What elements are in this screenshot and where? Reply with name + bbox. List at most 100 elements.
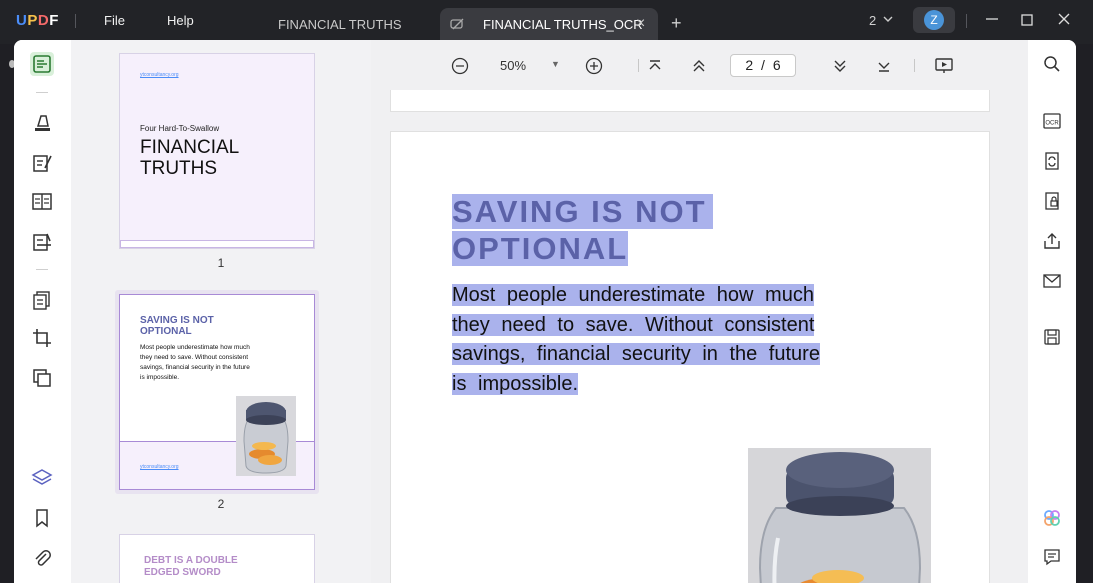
share-icon[interactable] <box>1040 229 1064 253</box>
compare-pages-icon[interactable] <box>30 366 54 390</box>
thumbnail-page-2[interactable]: SAVING IS NOT OPTIONAL Most people under… <box>119 294 315 490</box>
email-icon[interactable] <box>1040 269 1064 293</box>
thumb-title-line: TRUTHS <box>140 158 218 179</box>
toolbar-separator <box>36 269 48 270</box>
heading-line: OPTIONAL <box>452 231 629 266</box>
viewer-toolbar: 50% ▼ 2 / 6 <box>371 40 1028 90</box>
body-line: is impossible. <box>452 373 579 395</box>
first-page-icon[interactable] <box>645 56 665 76</box>
page-number-input[interactable]: 2 / 6 <box>730 54 796 77</box>
chevron-down-icon[interactable] <box>882 12 894 28</box>
page-layout-icon[interactable] <box>30 189 54 213</box>
previous-page-edge <box>390 90 990 112</box>
previous-page-icon[interactable] <box>689 56 709 76</box>
body-text[interactable]: they need to save. Without consistent <box>452 314 815 337</box>
page-heading[interactable]: SAVING IS NOT <box>452 194 713 230</box>
title-separator <box>966 14 967 28</box>
title-separator <box>75 14 76 28</box>
thumb-heading-line: SAVING IS NOT <box>140 315 214 326</box>
tab-financial-truths[interactable]: FINANCIAL TRUTHS <box>278 16 402 32</box>
pdf-page: SAVING IS NOT OPTIONAL Most people under… <box>390 131 990 583</box>
presentation-icon[interactable] <box>934 56 954 76</box>
reader-mode-icon[interactable] <box>30 52 54 76</box>
comments-icon[interactable] <box>1040 545 1064 569</box>
tab-label: FINANCIAL TRUTHS_OCR <box>483 17 643 32</box>
thumb-body-line: is impossible. <box>140 374 180 381</box>
minimize-icon[interactable] <box>985 12 999 29</box>
tab-label: FINANCIAL TRUTHS <box>278 16 402 32</box>
next-page-icon[interactable] <box>830 56 850 76</box>
jar-image <box>236 396 296 476</box>
save-icon[interactable] <box>1040 325 1064 349</box>
ai-assistant-icon[interactable] <box>1040 506 1064 530</box>
ocr-icon[interactable]: OCR <box>1040 109 1064 133</box>
toolbar-separator <box>36 92 48 93</box>
thumb-body-line: they need to save. Without consistent <box>140 354 249 361</box>
thumb-heading-line: OPTIONAL <box>140 326 192 337</box>
total-pages: 6 <box>772 57 781 73</box>
body-text[interactable]: Most people underestimate how much <box>452 284 814 307</box>
toolbar-separator <box>914 59 915 72</box>
body-text[interactable]: is impossible. <box>452 373 579 396</box>
zoom-out-icon[interactable] <box>450 56 470 76</box>
page-heading[interactable]: OPTIONAL <box>452 231 629 267</box>
jar-image[interactable] <box>748 448 931 583</box>
thumb-body: Most people underestimate how much they … <box>140 343 268 383</box>
svg-text:OCR: OCR <box>1045 121 1059 127</box>
edit-pdf-icon[interactable] <box>30 151 54 175</box>
thumb-subtitle: Four Hard-To-Swallow <box>140 124 220 133</box>
thumb-title: FINANCIAL TRUTHS <box>140 137 239 179</box>
zoom-dropdown-icon[interactable]: ▼ <box>551 59 560 69</box>
last-page-icon[interactable] <box>874 56 894 76</box>
zoom-level[interactable]: 50% <box>500 58 526 73</box>
body-line: Most people underestimate how much <box>452 284 814 306</box>
thumb-body-line: Most people underestimate how much <box>140 344 250 351</box>
zoom-in-icon[interactable] <box>584 56 604 76</box>
thumbnail-page-1[interactable]: ytconsultancy.org Four Hard-To-Swallow F… <box>119 53 315 249</box>
body-line: savings, financial security in the futur… <box>452 343 820 365</box>
document-viewer: 50% ▼ 2 / 6 SAVING IS NOT OPTIONAL Most … <box>371 40 1028 583</box>
document-edit-icon <box>450 17 466 34</box>
search-icon[interactable] <box>1040 52 1064 76</box>
maximize-icon[interactable] <box>1021 13 1033 29</box>
user-avatar[interactable]: Z <box>913 7 955 33</box>
thumb-url: ytconsultancy.org <box>140 72 179 78</box>
bookmark-icon[interactable] <box>30 506 54 530</box>
comment-highlighter-icon[interactable] <box>30 111 54 135</box>
thumbnail-panel: ytconsultancy.org Four Hard-To-Swallow F… <box>71 40 371 583</box>
add-tab-button[interactable]: + <box>671 13 682 34</box>
thumb-heading-line: EDGED SWORD <box>144 567 221 578</box>
attachment-icon[interactable] <box>30 546 54 570</box>
thumb-heading: DEBT IS A DOUBLE EDGED SWORD <box>144 555 238 579</box>
left-toolbar <box>14 40 71 583</box>
app-logo: UPDF <box>16 12 59 29</box>
thumb-heading-line: DEBT IS A DOUBLE <box>144 555 238 566</box>
menu-help[interactable]: Help <box>167 13 194 28</box>
main-frame: ytconsultancy.org Four Hard-To-Swallow F… <box>14 40 1076 583</box>
layers-icon[interactable] <box>30 466 54 490</box>
close-tab-icon[interactable]: × <box>636 15 645 33</box>
convert-icon[interactable] <box>1040 149 1064 173</box>
thumb-body-line: savings, financial security in the futur… <box>140 364 250 371</box>
organize-pages-icon[interactable] <box>30 288 54 312</box>
fill-sign-icon[interactable] <box>30 230 54 254</box>
current-page: 2 <box>745 57 754 73</box>
thumbnail-page-3[interactable]: DEBT IS A DOUBLE EDGED SWORD <box>119 534 315 583</box>
toolbar-separator <box>638 59 639 72</box>
thumb-heading: SAVING IS NOT OPTIONAL <box>140 315 214 337</box>
page-number-label: 1 <box>217 256 225 270</box>
body-line: they need to save. Without consistent <box>452 314 815 336</box>
tab-financial-truths-ocr[interactable]: FINANCIAL TRUTHS_OCR × <box>440 8 658 40</box>
thumb-title-line: FINANCIAL <box>140 137 240 158</box>
body-text[interactable]: savings, financial security in the futur… <box>452 343 820 366</box>
heading-line: SAVING IS NOT <box>452 194 713 229</box>
thumb-url: ytconsultancy.org <box>140 464 179 470</box>
thumb-footer-bar <box>120 240 314 248</box>
protect-icon[interactable] <box>1040 189 1064 213</box>
menu-file[interactable]: File <box>104 13 125 28</box>
avatar-initial: Z <box>924 10 944 30</box>
window-count[interactable]: 2 <box>869 13 876 28</box>
crop-icon[interactable] <box>30 326 54 350</box>
close-window-icon[interactable] <box>1057 12 1071 29</box>
right-toolbar: OCR <box>1028 40 1076 583</box>
